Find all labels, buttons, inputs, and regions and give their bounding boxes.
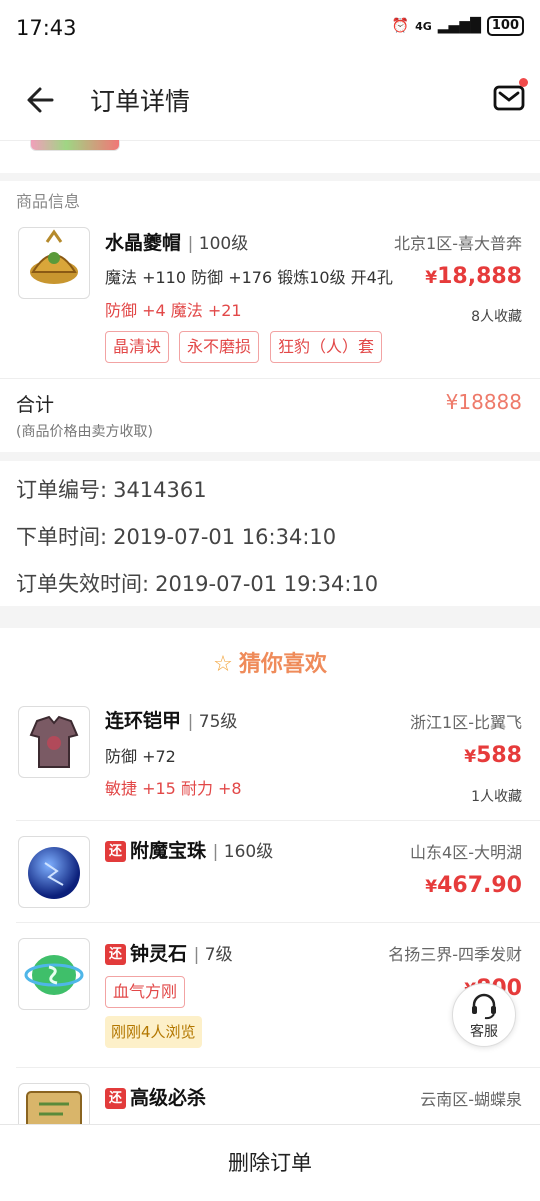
recent-views-badge: 刚刚4人浏览 bbox=[105, 1016, 202, 1048]
item-bonus: 防御 +4 魔法 +21 bbox=[105, 301, 242, 320]
order-time-row: 下单时间: 2019-07-01 16:34:10 bbox=[16, 521, 336, 551]
item-price-value: 18,888 bbox=[437, 264, 522, 289]
divider bbox=[16, 1067, 540, 1068]
rec-item-name-text: 连环铠甲 bbox=[105, 710, 182, 732]
item-attributes: 魔法 +110 防御 +176 锻炼10级 开4孔 bbox=[105, 268, 393, 287]
previous-thumbnail bbox=[30, 140, 120, 151]
total-label: 合计 bbox=[16, 394, 55, 416]
headset-icon bbox=[472, 993, 496, 1020]
item-price: ¥18,888 bbox=[425, 264, 522, 289]
rec-item-name[interactable]: 还钟灵石 7级 bbox=[105, 939, 233, 966]
rec-item-thumbnail[interactable] bbox=[18, 706, 90, 778]
rec-item-bonus: 敏捷 +15 耐力 +8 bbox=[105, 779, 242, 798]
rec-item-name-text: 附魔宝珠 bbox=[130, 840, 207, 862]
customer-service-button[interactable]: 客服 bbox=[452, 983, 516, 1047]
back-arrow-icon[interactable] bbox=[22, 80, 62, 120]
item-name-text: 水晶夔帽 bbox=[105, 232, 182, 254]
bottom-bar: 删除订单 bbox=[0, 1124, 540, 1201]
stone-icon bbox=[24, 955, 84, 995]
total-note: (商品价格由卖方收取) bbox=[16, 424, 153, 440]
orb-icon bbox=[28, 847, 80, 899]
item-favorites: 8人收藏 bbox=[471, 309, 522, 325]
status-icons: ⏰ 4G ▂▄▆█ 100 bbox=[392, 16, 524, 36]
rec-item-price: ¥588 bbox=[464, 743, 522, 768]
header: 订单详情 bbox=[0, 58, 540, 141]
page-title: 订单详情 bbox=[90, 87, 191, 116]
divider bbox=[0, 378, 540, 379]
rec-item-tag: 血气方刚 bbox=[105, 976, 186, 1008]
item-tag: 永不磨损 bbox=[179, 331, 260, 363]
rec-item-thumbnail[interactable] bbox=[18, 1083, 90, 1125]
signal-icon: ▂▄▆█ bbox=[437, 18, 481, 34]
rec-item-server: 云南区-蝴蝶泉 bbox=[420, 1090, 522, 1109]
rec-item-thumbnail[interactable] bbox=[18, 836, 90, 908]
order-id-label: 订单编号: bbox=[16, 478, 108, 502]
customer-service-label: 客服 bbox=[470, 1024, 498, 1040]
rec-item-favorites: 1人收藏 bbox=[471, 789, 522, 805]
order-expire-label: 订单失效时间: bbox=[16, 572, 150, 596]
previous-card-tail bbox=[0, 140, 540, 173]
message-button[interactable] bbox=[492, 78, 528, 114]
item-server: 北京1区-喜大普奔 bbox=[394, 234, 522, 253]
signal-label: 4G bbox=[415, 19, 432, 33]
rec-item-server: 山东4区-大明湖 bbox=[410, 843, 522, 862]
rec-item-server: 浙江1区-比翼飞 bbox=[410, 713, 522, 732]
rec-item-name[interactable]: 还高级必杀 bbox=[105, 1083, 206, 1110]
divider bbox=[16, 922, 540, 923]
rec-item-name-text: 高级必杀 bbox=[130, 1087, 207, 1109]
rec-item-price: ¥467.90 bbox=[425, 873, 522, 898]
order-expire-row: 订单失效时间: 2019-07-01 19:34:10 bbox=[16, 568, 378, 598]
order-expire-value: 2019-07-01 19:34:10 bbox=[155, 572, 379, 596]
recommend-title: ☆ 猜你喜欢 bbox=[0, 646, 540, 678]
status-time: 17:43 bbox=[16, 16, 77, 40]
bargain-badge: 还 bbox=[105, 841, 126, 862]
mail-icon bbox=[493, 85, 525, 111]
goods-section-label: 商品信息 bbox=[16, 192, 81, 211]
item-tag: 晶清诀 bbox=[105, 331, 170, 363]
rec-item-level: 160级 bbox=[213, 842, 274, 862]
armor-icon bbox=[29, 715, 79, 768]
star-icon: ☆ bbox=[213, 652, 233, 677]
yen-symbol: ¥ bbox=[425, 877, 438, 897]
order-time-label: 下单时间: bbox=[16, 525, 108, 549]
rec-item-level: 75级 bbox=[188, 712, 238, 732]
rec-item-server: 名扬三界-四季发财 bbox=[388, 945, 522, 964]
item-tag: 狂豹（人）套 bbox=[270, 331, 383, 363]
order-id-row: 订单编号: 3414361 bbox=[16, 474, 207, 504]
rec-item-price-value: 588 bbox=[476, 743, 522, 768]
status-bar: 17:43 ⏰ 4G ▂▄▆█ 100 bbox=[0, 0, 540, 58]
scroll-icon bbox=[26, 1091, 82, 1125]
rec-item-name[interactable]: 还附魔宝珠 160级 bbox=[105, 836, 273, 863]
item-thumbnail[interactable] bbox=[18, 227, 90, 299]
rec-item-level: 7级 bbox=[194, 945, 233, 965]
delete-order-button[interactable]: 删除订单 bbox=[0, 1125, 540, 1201]
order-time-value: 2019-07-01 16:34:10 bbox=[113, 525, 337, 549]
yen-symbol: ¥ bbox=[425, 268, 438, 288]
yen-symbol: ¥ bbox=[464, 747, 477, 767]
recommend-title-text: 猜你喜欢 bbox=[238, 652, 327, 677]
rec-item-thumbnail[interactable] bbox=[18, 938, 90, 1010]
bargain-badge: 还 bbox=[105, 1088, 126, 1109]
divider bbox=[16, 820, 540, 821]
alarm-icon: ⏰ bbox=[391, 18, 410, 34]
bargain-badge: 还 bbox=[105, 944, 126, 965]
rec-item-price-value: 467.90 bbox=[437, 873, 522, 898]
helmet-icon bbox=[30, 229, 78, 284]
unread-dot bbox=[519, 78, 528, 87]
rec-item-name[interactable]: 连环铠甲 75级 bbox=[105, 706, 237, 733]
rec-item-name-text: 钟灵石 bbox=[130, 943, 188, 965]
rec-item-attributes: 防御 +72 bbox=[105, 747, 176, 766]
item-name[interactable]: 水晶夔帽 100级 bbox=[105, 228, 248, 255]
total-value: ¥18888 bbox=[445, 390, 522, 414]
item-level: 100级 bbox=[188, 234, 249, 254]
order-id-value: 3414361 bbox=[113, 478, 207, 502]
battery-icon: 100 bbox=[486, 16, 524, 36]
